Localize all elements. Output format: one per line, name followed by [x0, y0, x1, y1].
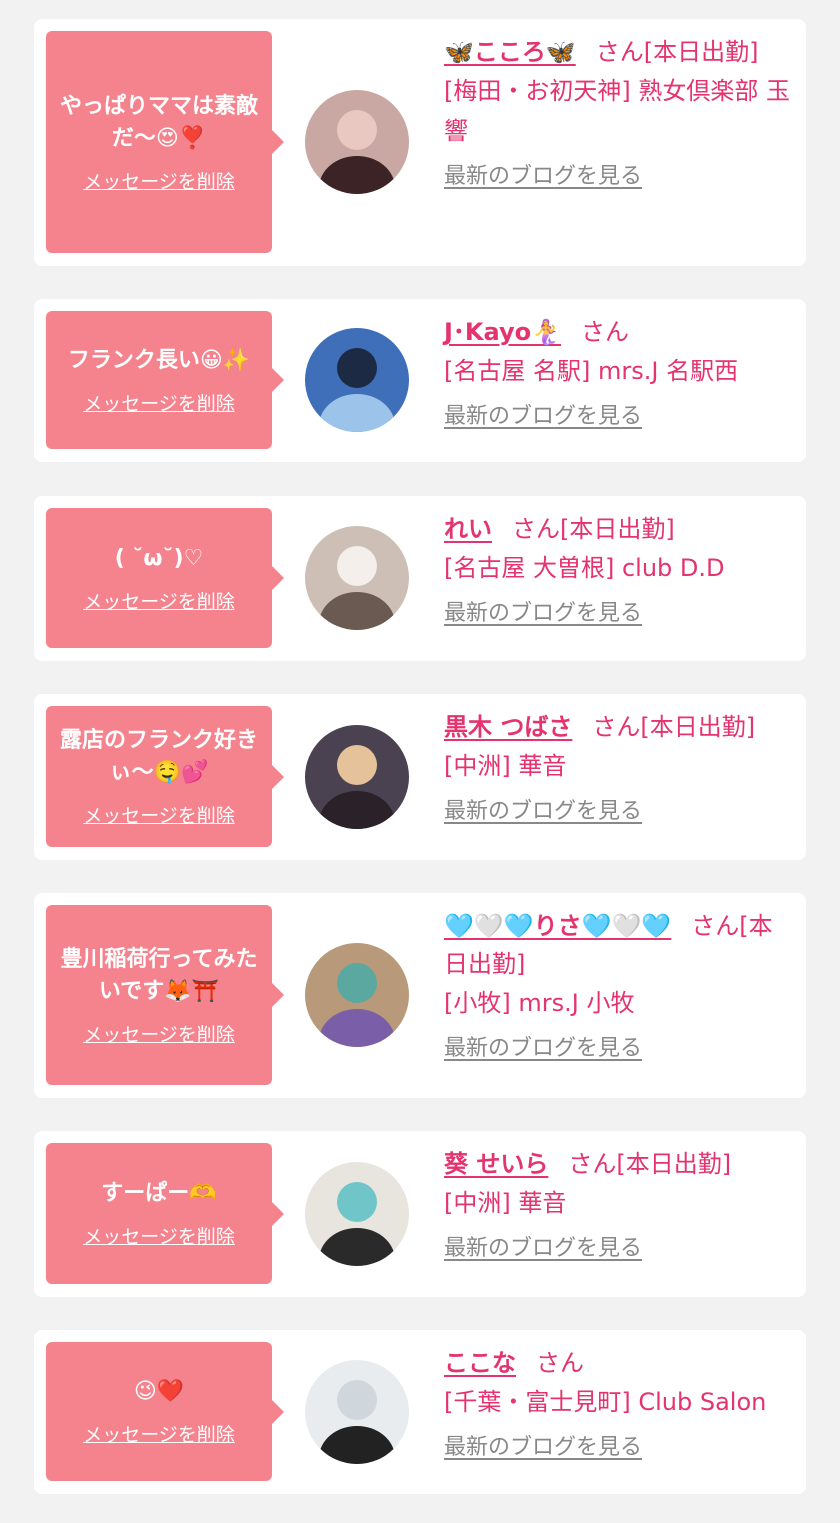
message-bubble: フランク長い😀✨ メッセージを削除 [46, 311, 284, 449]
message-bubble: ( ˘ω˘)♡ メッセージを削除 [46, 508, 284, 648]
avatar[interactable] [305, 526, 409, 630]
cast-name-line: ここな さん [444, 1344, 796, 1382]
attendance-status: [本日出勤] [560, 515, 675, 543]
cast-info: 黒木 つばさ さん[本日出勤] [中洲] 華音最新のブログを見る [444, 708, 796, 828]
latest-blog-link[interactable]: 最新のブログを見る [444, 598, 642, 630]
avatar[interactable] [305, 943, 409, 1047]
honorific: さん [536, 1349, 584, 1377]
message-card: ( ˘ω˘)♡ メッセージを削除 れい さん[本日出勤] [名古屋 大曽根] club … [34, 496, 806, 661]
shop-name: [梅田・お初天神] 熟女倶楽部 玉響 [444, 77, 790, 145]
message-card: 😉❤️ メッセージを削除 ここな さん [千葉・富士見町] Club Salon 最新のブ… [34, 1330, 806, 1494]
avatar[interactable] [305, 1162, 409, 1266]
attendance-status: [本日出勤] [643, 38, 759, 66]
shop-name: [中洲] 華音 [444, 752, 567, 780]
shop-name: [名古屋 名駅] mrs.J 名駅西 [444, 357, 739, 385]
message-card: 豊川稲荷行ってみたいです🦊⛩️ メッセージを削除 🩵🤍🩵りさ🩵🤍🩵 さん[本日出勤][… [34, 893, 806, 1098]
message-text: すーぱー🫶 [101, 1181, 217, 1206]
cast-name-link[interactable]: J･Kayo🧜‍♀️ [444, 318, 561, 346]
honorific: さん [595, 38, 644, 66]
cast-name-link[interactable]: ここな [444, 1349, 516, 1377]
delete-message-link[interactable]: メッセージを削除 [83, 1020, 235, 1047]
cast-info: ここな さん [千葉・富士見町] Club Salon 最新のブログを見る [444, 1344, 796, 1464]
message-text: やっぱりママは素敵だ〜😍❣️ [59, 93, 258, 151]
shop-name: [千葉・富士見町] Club Salon [444, 1388, 767, 1416]
attendance-status: [本日出勤] [640, 713, 756, 741]
shop-name: [中洲] 華音 [444, 1189, 567, 1217]
honorific: さん [568, 1150, 617, 1178]
avatar-photo [305, 943, 409, 1047]
message-bubble: 豊川稲荷行ってみたいです🦊⛩️ メッセージを削除 [46, 905, 284, 1085]
latest-blog-link[interactable]: 最新のブログを見る [444, 1432, 642, 1464]
cast-name-link[interactable]: 🦋こころ🦋 [444, 38, 576, 66]
attendance-status: [本日出勤] [616, 1150, 732, 1178]
delete-message-link[interactable]: メッセージを削除 [83, 389, 235, 416]
cast-name-line: 黒木 つばさ さん[本日出勤] [444, 708, 796, 746]
honorific: さん [592, 713, 641, 741]
avatar-photo [305, 1162, 409, 1266]
cast-name-link[interactable]: 🩵🤍🩵りさ🩵🤍🩵 [444, 912, 671, 940]
message-text: 豊川稲荷行ってみたいです🦊⛩️ [60, 946, 258, 1004]
avatar[interactable] [305, 328, 409, 432]
message-bubble: やっぱりママは素敵だ〜😍❣️ メッセージを削除 [46, 31, 284, 253]
latest-blog-link[interactable]: 最新のブログを見る [444, 161, 642, 193]
latest-blog-link[interactable]: 最新のブログを見る [444, 796, 642, 828]
latest-blog-link[interactable]: 最新のブログを見る [444, 1233, 642, 1265]
avatar-photo [305, 90, 409, 194]
latest-blog-link[interactable]: 最新のブログを見る [444, 1033, 642, 1065]
delete-message-link[interactable]: メッセージを削除 [83, 1420, 235, 1447]
cast-name-link[interactable]: 葵 せいら [444, 1150, 548, 1178]
cast-info: J･Kayo🧜‍♀️ さん [名古屋 名駅] mrs.J 名駅西最新のブログを見る [444, 313, 796, 433]
cast-name-line: 🦋こころ🦋 さん[本日出勤] [444, 33, 796, 71]
cast-name-link[interactable]: れい [444, 515, 492, 543]
delete-message-link[interactable]: メッセージを削除 [83, 1222, 235, 1249]
message-bubble: 露店のフランク好きぃ〜🤤💕 メッセージを削除 [46, 706, 284, 847]
avatar-photo [305, 1360, 409, 1464]
shop-name: [名古屋 大曽根] club D.D [444, 554, 725, 582]
message-bubble: 😉❤️ メッセージを削除 [46, 1342, 284, 1481]
message-text: 露店のフランク好きぃ〜🤤💕 [59, 728, 258, 785]
cast-name-line: J･Kayo🧜‍♀️ さん [444, 313, 796, 351]
avatar[interactable] [305, 90, 409, 194]
cast-info: 🩵🤍🩵りさ🩵🤍🩵 さん[本日出勤] [小牧] mrs.J 小牧 最新のブログを見る [444, 907, 796, 1065]
message-card: 露店のフランク好きぃ〜🤤💕 メッセージを削除 黒木 つばさ さん[本日出勤] [中洲] … [34, 694, 806, 860]
message-text: ( ˘ω˘)♡ [114, 545, 204, 571]
delete-message-link[interactable]: メッセージを削除 [83, 801, 235, 828]
cast-name-line: 🩵🤍🩵りさ🩵🤍🩵 さん[本日出勤] [444, 907, 796, 983]
honorific: さん [691, 912, 740, 940]
message-list: やっぱりママは素敵だ〜😍❣️ メッセージを削除 🦋こころ🦋 さん[本日出勤] [梅田・お… [0, 0, 840, 1523]
avatar[interactable] [305, 1360, 409, 1464]
message-card: やっぱりママは素敵だ〜😍❣️ メッセージを削除 🦋こころ🦋 さん[本日出勤] [梅田・お… [34, 19, 806, 266]
message-text: フランク長い😀✨ [67, 347, 251, 373]
avatar-photo [305, 328, 409, 432]
delete-message-link[interactable]: メッセージを削除 [83, 167, 235, 194]
cast-name-line: 葵 せいら さん[本日出勤] [444, 1145, 796, 1183]
shop-name: [小牧] mrs.J 小牧 [444, 989, 635, 1017]
delete-message-link[interactable]: メッセージを削除 [83, 587, 235, 614]
cast-info: れい さん[本日出勤] [名古屋 大曽根] club D.D 最新のブログを見る [444, 510, 796, 630]
cast-info: 🦋こころ🦋 さん[本日出勤] [梅田・お初天神] 熟女倶楽部 玉響最新のブログを見る [444, 33, 796, 193]
cast-name-line: れい さん[本日出勤] [444, 510, 796, 548]
latest-blog-link[interactable]: 最新のブログを見る [444, 401, 642, 433]
avatar-photo [305, 725, 409, 829]
honorific: さん [512, 515, 560, 543]
cast-info: 葵 せいら さん[本日出勤] [中洲] 華音最新のブログを見る [444, 1145, 796, 1265]
message-card: フランク長い😀✨ メッセージを削除 J･Kayo🧜‍♀️ さん [名古屋 名駅] mrs… [34, 299, 806, 462]
avatar-photo [305, 526, 409, 630]
message-bubble: すーぱー🫶 メッセージを削除 [46, 1143, 284, 1284]
avatar[interactable] [305, 725, 409, 829]
message-text: 😉❤️ [133, 1379, 185, 1404]
message-card: すーぱー🫶 メッセージを削除 葵 せいら さん[本日出勤] [中洲] 華音最新のブログを… [34, 1131, 806, 1297]
cast-name-link[interactable]: 黒木 つばさ [444, 713, 572, 741]
honorific: さん [581, 318, 629, 346]
